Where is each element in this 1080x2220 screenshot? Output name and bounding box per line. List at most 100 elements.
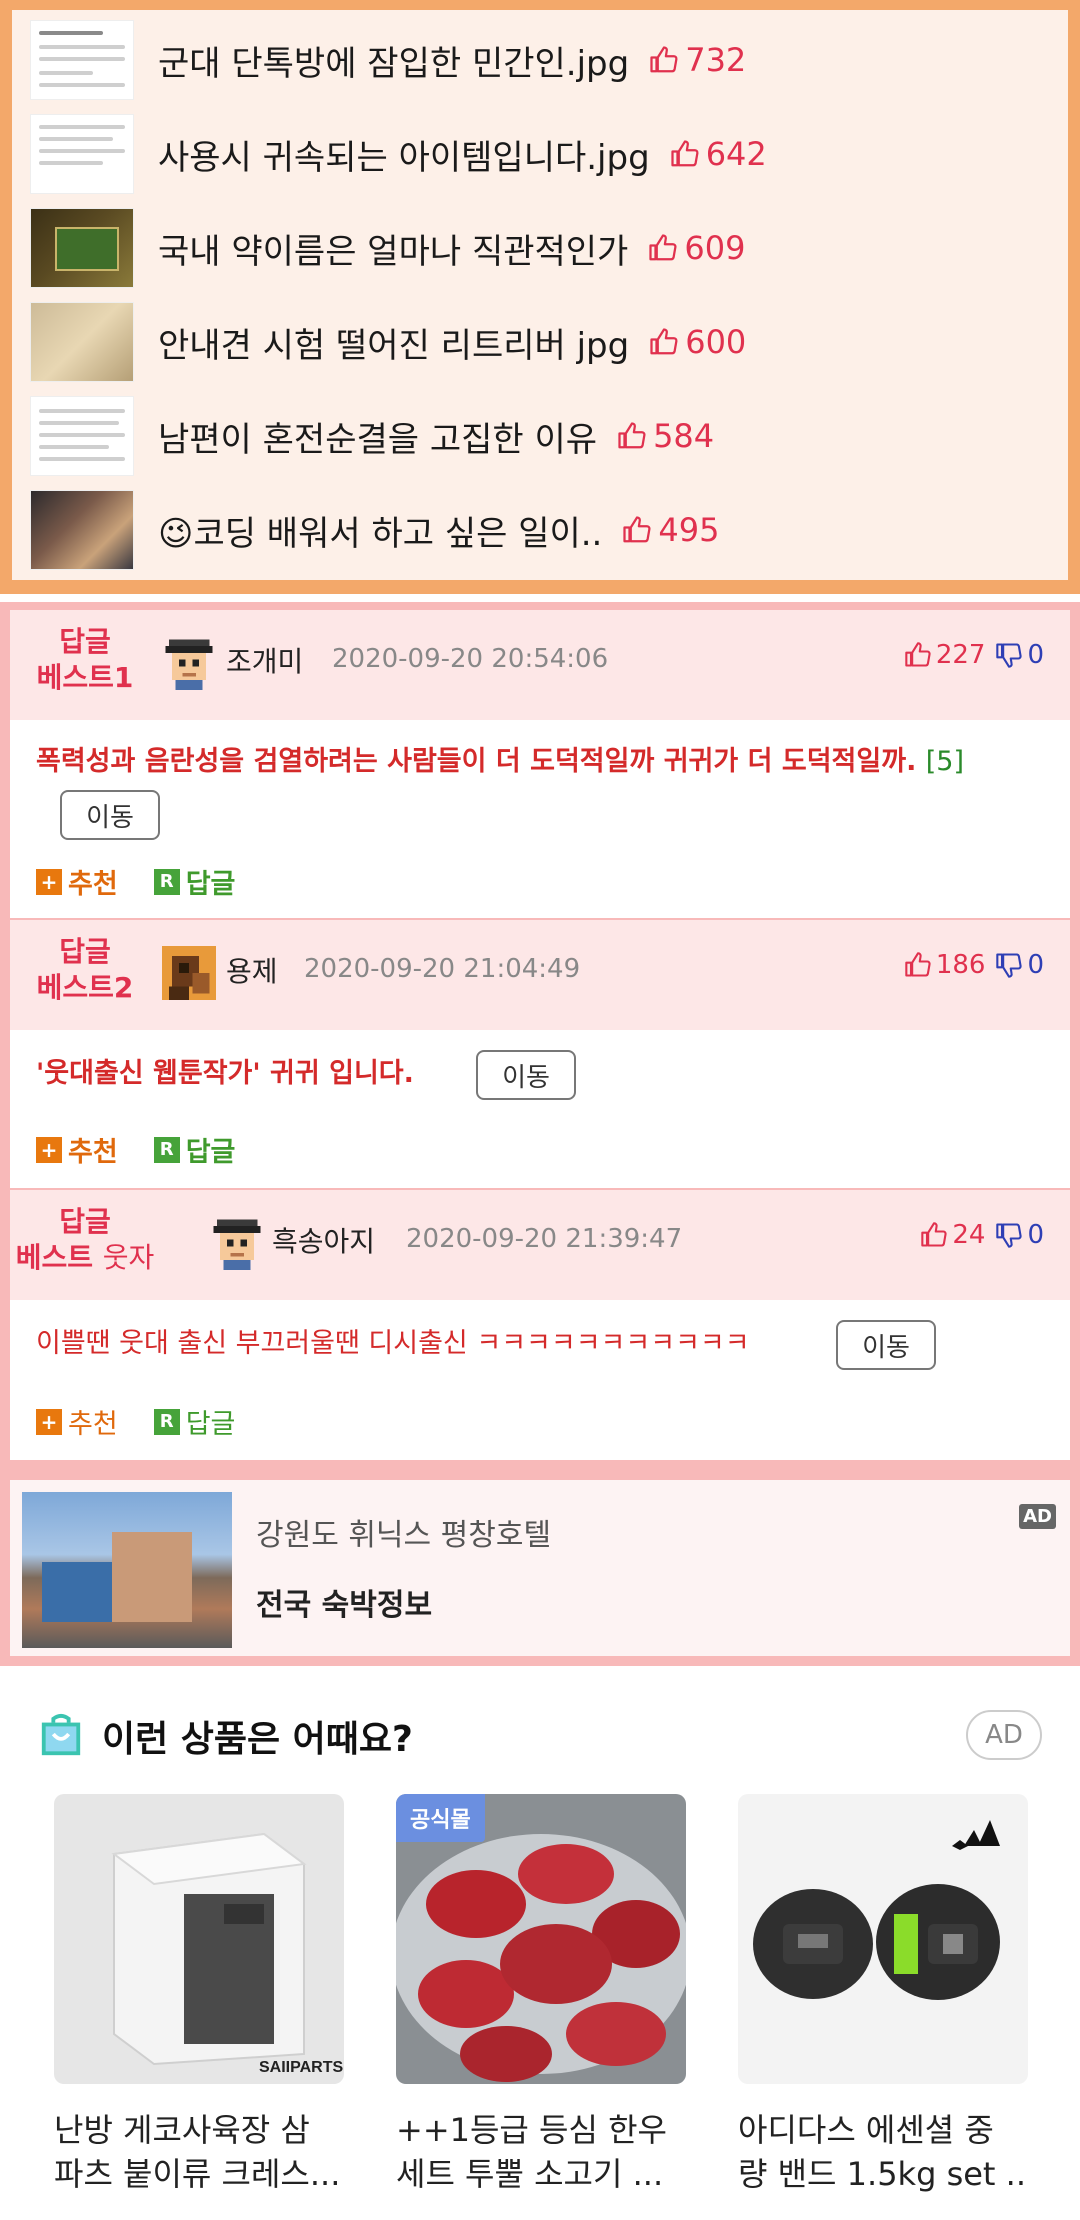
reply-content: '웃대출신 웹툰작가' 귀귀 입니다. (36, 1058, 414, 1089)
reply-actions: + 추천 R 답글 (36, 1130, 271, 1169)
post-title[interactable]: 군대 단톡방에 잠입한 민간인.jpg (158, 36, 629, 85)
upvote[interactable]: 227 (904, 640, 986, 670)
post-title[interactable]: 국내 약이름은 얼마나 직관적인가 (158, 224, 628, 273)
move-button[interactable]: 이동 (476, 1050, 576, 1100)
product-card[interactable]: 공식몰 ++1등급 등심 한우 세트 투뿔 소고기 ... (396, 1794, 686, 2196)
like-count: 609 (648, 229, 745, 267)
reply-nickname[interactable]: 조개미 (226, 640, 303, 680)
product-name-line2[interactable]: 파츠 붙이류 크레스... (54, 2152, 344, 2196)
best-post-row[interactable]: 군대 단톡방에 잠입한 민간인.jpg 732 (30, 18, 1010, 102)
reply-content: 이쁠땐 웃대 출신 부끄러울땐 디시출신 ㅋㅋㅋㅋㅋㅋㅋㅋㅋㅋㅋ (36, 1328, 750, 1359)
post-thumbnail[interactable] (30, 302, 134, 382)
product-name-line2[interactable]: 세트 투뿔 소고기 ... (396, 2152, 686, 2196)
thumbs-up-icon (623, 516, 651, 543)
best-label-bottom: 베스트 (15, 1241, 93, 1274)
post-title[interactable]: 남편이 혼전순결을 고집한 이유 (158, 412, 597, 461)
lodging-ad[interactable]: 강원도 휘닉스 평창호텔 전국 숙박정보 AD (0, 1474, 1080, 1666)
downvote-count: 0 (1027, 1220, 1044, 1250)
reply-r-icon: R (153, 1408, 180, 1435)
reply-text: 이쁠땐 웃대 출신 부끄러울땐 디시출신 ㅋㅋㅋㅋㅋㅋㅋㅋㅋㅋㅋ (36, 1324, 750, 1364)
hotel-image[interactable] (22, 1492, 232, 1648)
recommend-button[interactable]: + 추천 (36, 1402, 118, 1441)
product-image[interactable]: SAIIPARTS (54, 1794, 344, 2084)
recommend-button[interactable]: + 추천 (36, 1130, 118, 1169)
thumbs-up-icon (618, 422, 646, 449)
post-thumbnail[interactable] (30, 114, 134, 194)
lodging-ad-card[interactable]: 강원도 휘닉스 평창호텔 전국 숙박정보 AD (10, 1480, 1070, 1656)
plus-icon: + (36, 1136, 62, 1163)
product-name-line1[interactable]: ++1등급 등심 한우 (396, 2108, 686, 2152)
post-thumbnail[interactable] (30, 490, 134, 570)
product-recommendations: 이런 상품은 어때요? AD SAIIPARTS 난방 게코사육장 삼 파츠 붙… (0, 1666, 1080, 2220)
post-title[interactable]: 😉코딩 배워서 하고 싶은 일이.. (158, 506, 602, 555)
plus-icon: + (36, 868, 62, 895)
product-name-line2[interactable]: 량 밴드 1.5kg set ... (738, 2152, 1028, 2196)
product-name[interactable]: ++1등급 등심 한우 세트 투뿔 소고기 ... (396, 2108, 686, 2196)
downvote[interactable]: 0 (995, 640, 1044, 670)
reply-button[interactable]: R 답글 (153, 1130, 235, 1169)
best-post-row[interactable]: 남편이 혼전순결을 고집한 이유 584 (30, 394, 1010, 478)
reply-label: 답글 (185, 1409, 236, 1440)
reply-text: 폭력성과 음란성을 검열하려는 사람들이 더 도덕적일까 귀귀가 더 도덕적일까… (36, 742, 1066, 782)
upvote[interactable]: 186 (904, 950, 985, 980)
best-post-row[interactable]: 국내 약이름은 얼마나 직관적인가 609 (30, 206, 1010, 290)
post-thumbnail[interactable] (30, 208, 134, 288)
product-image[interactable] (738, 1794, 1028, 2084)
reply-header: 답글 베스트 웃자 흑송아지 2020-09-20 21:39:47 24 0 (10, 1190, 1070, 1300)
product-name-line1[interactable]: 아디다스 에센셜 중 (738, 2108, 1028, 2152)
post-thumbnail[interactable] (30, 20, 134, 100)
best-label-bottom: 베스트 (36, 661, 114, 694)
ankle-weights-image (753, 1820, 1000, 2000)
avatar[interactable] (162, 946, 216, 1000)
post-title[interactable]: 사용시 귀속되는 아이템입니다.jpg (158, 130, 650, 179)
recommend-button[interactable]: + 추천 (36, 862, 118, 901)
reply-body: '웃대출신 웹툰작가' 귀귀 입니다. 이동 + 추천 R 답글 (10, 1030, 1070, 1188)
upvote[interactable]: 24 (920, 1220, 985, 1250)
product-name-line1[interactable]: 난방 게코사육장 삼 (54, 2108, 344, 2152)
move-button[interactable]: 이동 (836, 1320, 936, 1370)
lodging-subtitle[interactable]: 전국 숙박정보 (256, 1580, 432, 1624)
reply-nickname[interactable]: 용제 (226, 950, 278, 990)
like-count: 584 (617, 417, 714, 455)
like-value: 495 (658, 511, 720, 549)
post-title[interactable]: 안내견 시험 떨어진 리트리버 jpg (158, 318, 629, 367)
best-post-row[interactable]: 사용시 귀속되는 아이템입니다.jpg 642 (30, 112, 1010, 196)
product-name[interactable]: 아디다스 에센셜 중 량 밴드 1.5kg set ... (738, 2108, 1028, 2196)
lodging-title[interactable]: 강원도 휘닉스 평창호텔 (256, 1510, 551, 1554)
best-post-row[interactable]: 안내견 시험 떨어진 리트리버 jpg 600 (30, 300, 1010, 384)
best-reply: 답글 베스트2 용제 2020-09-20 21:04:49 186 0 '웃대… (10, 920, 1070, 1188)
reply-body: 폭력성과 음란성을 검열하려는 사람들이 더 도덕적일까 귀귀가 더 도덕적일까… (10, 720, 1070, 918)
move-button[interactable]: 이동 (60, 790, 160, 840)
best-label-rank: 웃자 (102, 1241, 155, 1274)
like-count: 495 (622, 511, 719, 549)
product-name[interactable]: 난방 게코사육장 삼 파츠 붙이류 크레스... (54, 2108, 344, 2196)
thumbs-up-icon (650, 46, 678, 73)
product-image[interactable]: 공식몰 (396, 1794, 686, 2084)
downvote-count: 0 (1027, 950, 1044, 980)
reply-r-icon: R (153, 1136, 180, 1163)
reply-nickname[interactable]: 흑송아지 (272, 1220, 375, 1260)
ad-info-button[interactable]: AD (966, 1710, 1042, 1760)
reply-button[interactable]: R 답글 (153, 1402, 236, 1441)
post-thumbnail[interactable] (30, 396, 134, 476)
product-card[interactable]: SAIIPARTS 난방 게코사육장 삼 파츠 붙이류 크레스... (54, 1794, 344, 2196)
upvote-count: 227 (935, 640, 986, 670)
avatar[interactable] (162, 636, 216, 690)
downvote-count: 0 (1027, 640, 1044, 670)
downvote[interactable]: 0 (995, 1220, 1044, 1250)
reply-count[interactable]: [5] (926, 746, 964, 777)
like-count: 732 (649, 41, 746, 79)
thumbs-up-icon (905, 642, 931, 667)
product-card[interactable]: 아디다스 에센셜 중 량 밴드 1.5kg set ... (738, 1794, 1028, 2196)
best-reply: 답글 베스트1 조개미 2020-09-20 20:54:06 227 0 폭력… (10, 610, 1070, 918)
recommend-label: 추천 (68, 1137, 118, 1168)
avatar[interactable] (210, 1216, 264, 1270)
best-label-rank: 2 (113, 971, 134, 1004)
shopping-bag-icon (41, 1713, 81, 1756)
thumbs-up-icon (905, 952, 931, 977)
reply-button[interactable]: R 답글 (153, 862, 235, 901)
official-store-badge: 공식몰 (396, 1794, 485, 1842)
adidas-logo-icon (952, 1820, 1000, 1850)
downvote[interactable]: 0 (995, 950, 1044, 980)
best-post-row[interactable]: 😉코딩 배워서 하고 싶은 일이.. 495 (30, 488, 1010, 572)
